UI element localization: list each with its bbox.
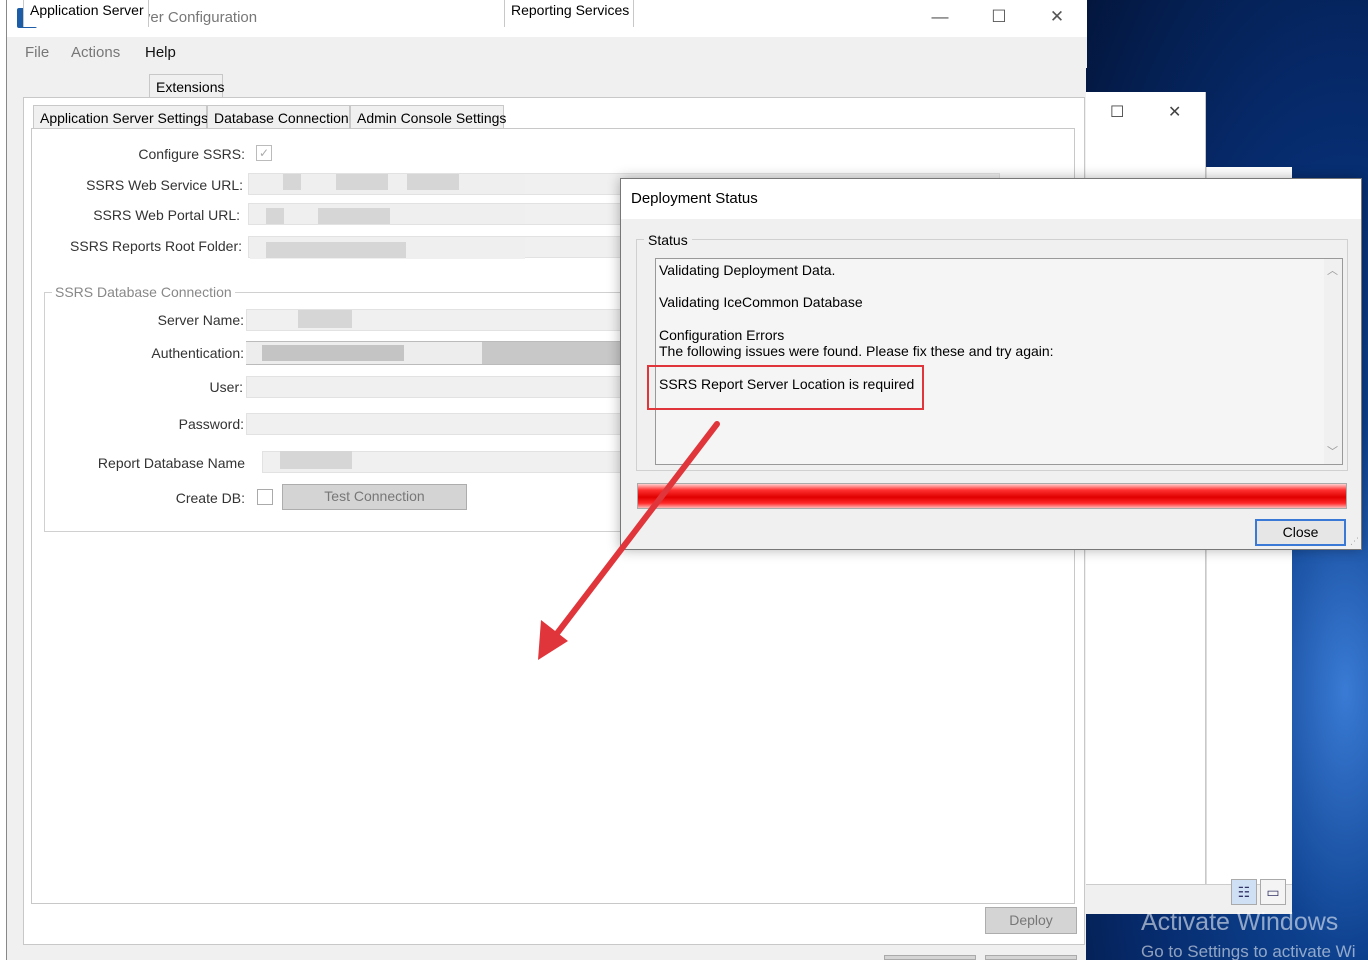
password-field[interactable] [246,413,622,435]
status-message: Validating IceCommon Database [659,294,863,310]
deployment-status-dialog: Deployment Status Status Validating Depl… [620,178,1362,550]
redacted-value [298,310,352,328]
status-scrollbar[interactable]: ︿ ﹀ [1324,259,1342,464]
tab-reporting-services[interactable]: Reporting Services [504,0,634,27]
user-label: User: [209,379,243,395]
activation-watermark-title: Activate Windows [1141,908,1339,936]
menu-file[interactable]: File [25,44,49,61]
redacted-value [318,208,390,224]
web-service-url-label: SSRS Web Service URL: [86,177,243,193]
redacted-value [280,451,352,469]
redacted-value [266,208,284,224]
status-log[interactable]: Validating Deployment Data. Validating I… [655,258,1343,465]
activation-watermark-subtitle: Go to Settings to activate Wi [1141,942,1356,961]
status-message: Validating Deployment Data. [659,262,836,278]
preview-view-icon[interactable]: ▭ [1260,879,1286,905]
resize-grip-icon[interactable]: ⋰ [1350,536,1359,547]
redacted-value [283,174,301,190]
details-view-icon[interactable]: ☷ [1231,879,1257,905]
reports-root-folder-label: SSRS Reports Root Folder: [70,238,242,254]
password-label: Password: [178,416,244,432]
authentication-label: Authentication: [151,345,244,361]
create-db-label: Create DB: [175,490,245,506]
minimize-button[interactable]: — [925,7,955,29]
scroll-down-icon[interactable]: ﹀ [1327,443,1338,459]
redacted-value [407,174,459,190]
test-connection-button[interactable]: Test Connection [282,484,467,510]
menu-help[interactable]: Help [145,44,176,61]
user-field[interactable] [246,376,622,398]
scroll-up-icon[interactable]: ︿ [1327,262,1338,278]
dialog-close-button[interactable]: Close [1255,519,1346,546]
status-message: Configuration Errors [659,327,785,343]
configure-ssrs-checkbox[interactable]: ✓ [256,145,272,161]
bottom-button[interactable] [985,955,1077,960]
background-close-button[interactable]: ✕ [1168,102,1181,122]
ssrs-database-connection-title: SSRS Database Connection [52,284,235,300]
report-db-name-label: Report Database Name [97,455,245,471]
dialog-title: Deployment Status [631,190,758,207]
deploy-button[interactable]: Deploy [985,907,1077,934]
redacted-value [336,174,388,190]
status-group-title: Status [644,232,692,248]
dialog-title-bar: Deployment Status [621,179,1361,219]
configure-ssrs-label: Configure SSRS: [138,146,245,162]
menu-actions[interactable]: Actions [71,44,120,61]
maximize-button[interactable]: ☐ [984,7,1014,29]
server-name-label: Server Name: [157,312,244,328]
error-highlight-box [647,365,924,410]
redacted-value [266,242,406,258]
deployment-progress-bar [637,483,1347,509]
close-button[interactable]: ✕ [1042,7,1072,29]
bottom-button[interactable] [884,955,976,960]
redacted-value [262,345,404,361]
background-maximize-button[interactable]: ☐ [1110,102,1124,122]
status-message: The following issues were found. Please … [659,343,1054,359]
tab-application-server[interactable]: Application Server [23,0,149,27]
create-db-checkbox[interactable] [257,489,273,505]
menu-bar: File Actions Help [7,37,1087,68]
web-portal-url-label: SSRS Web Portal URL: [93,207,240,223]
